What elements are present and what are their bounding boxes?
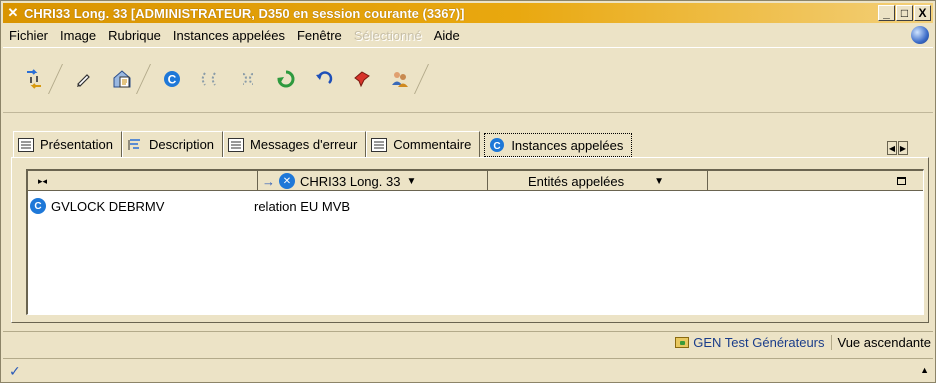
gen-status[interactable]: GEN Test Générateurs [669, 335, 832, 350]
cut-icon[interactable] [196, 65, 224, 93]
menu-instances-appelees[interactable]: Instances appelées [173, 28, 285, 43]
svg-text:C: C [168, 73, 177, 87]
tab-instances-appelees[interactable]: C Instances appelées [484, 133, 633, 157]
tab-messages-erreur[interactable]: Messages d'erreur [223, 131, 367, 157]
view-status: Vue ascendante [837, 335, 931, 350]
menu-rubrique[interactable]: Rubrique [108, 28, 161, 43]
instances-list[interactable]: ▸◂ → ✕ CHRI33 Long. 33 ▼ Entités appelée… [26, 169, 924, 315]
tab-presentation[interactable]: Présentation [13, 131, 122, 157]
header-col-main[interactable]: → ✕ CHRI33 Long. 33 ▼ [257, 171, 487, 191]
list-icon [371, 137, 388, 152]
tab-label: Présentation [40, 137, 113, 152]
replace-icon[interactable] [234, 65, 262, 93]
check-icon: ✓ [9, 363, 21, 379]
minimize-button[interactable]: _ [878, 5, 895, 21]
status-bar-top: GEN Test Générateurs Vue ascendante [3, 331, 933, 355]
gen-c-icon: C [489, 137, 505, 153]
arrow-right-icon: → [262, 173, 275, 189]
collapse-icon[interactable]: ▸◂ [38, 171, 47, 191]
close-x-icon: ✕ [279, 173, 295, 189]
menu-aide[interactable]: Aide [434, 28, 460, 43]
menu-bar: Fichier Image Rubrique Instances appelée… [3, 24, 933, 46]
list-header: ▸◂ → ✕ CHRI33 Long. 33 ▼ Entités appelée… [28, 171, 923, 191]
instance-relation: relation EU MVB [254, 198, 351, 214]
tree-icon [127, 138, 143, 152]
svg-text:C: C [494, 141, 501, 152]
tab-scroll-right[interactable]: ▶ [898, 141, 908, 155]
maximize-button[interactable]: □ [896, 5, 913, 21]
gen-c-icon[interactable]: C [158, 65, 186, 93]
menu-fenetre[interactable]: Fenêtre [297, 28, 342, 43]
undo-icon[interactable] [310, 65, 338, 93]
tab-label: Messages d'erreur [250, 137, 358, 152]
users-icon[interactable] [386, 65, 414, 93]
header-col-entities[interactable]: Entités appelées ▼ [487, 171, 707, 191]
list-icon [18, 137, 34, 152]
main-window: ✕ CHRI33 Long. 33 [ADMINISTRATEUR, D350 … [0, 0, 936, 383]
dropdown-icon[interactable]: ▼ [654, 176, 664, 187]
gen-c-icon: C [30, 198, 46, 214]
toolbar-separator [414, 64, 436, 94]
menu-fichier[interactable]: Fichier [9, 28, 48, 43]
window-controls: _ □ X [878, 5, 931, 21]
tab-label: Instances appelées [511, 137, 624, 153]
globe-icon [911, 26, 929, 44]
header-col-empty [707, 171, 917, 191]
folder-icon [675, 337, 690, 348]
tab-scroll-left[interactable]: ◀ [887, 141, 897, 155]
status-bar-bottom: ✓ ▲ [3, 358, 933, 382]
toolbar: C [3, 47, 933, 113]
gen-status-label: GEN Test Générateurs [693, 335, 825, 350]
home-document-icon[interactable] [108, 65, 136, 93]
header-col-main-label: CHRI33 Long. 33 [300, 173, 401, 189]
tab-description[interactable]: Description [122, 131, 224, 157]
tab-label: Commentaire [393, 137, 472, 152]
tab-scroll: ◀ ▶ [873, 139, 921, 157]
maximize-column-icon[interactable] [897, 171, 906, 191]
close-button[interactable]: X [914, 5, 931, 21]
instance-name: GVLOCK DEBRMV [51, 198, 165, 214]
pin-icon[interactable] [348, 65, 376, 93]
tab-commentaire[interactable]: Commentaire [366, 131, 481, 157]
menu-selectionne: Sélectionné [353, 27, 422, 43]
pencil-icon[interactable] [70, 65, 98, 93]
header-col-entities-label: Entités appelées [528, 173, 625, 189]
transfer-icon[interactable] [20, 65, 48, 93]
dropdown-icon[interactable]: ▼ [406, 176, 416, 187]
close-x-icon: ✕ [7, 5, 19, 20]
tab-label: Description [149, 137, 215, 152]
toolbar-separator [48, 64, 70, 94]
refresh-icon[interactable] [272, 65, 300, 93]
window-title: CHRI33 Long. 33 [ADMINISTRATEUR, D350 en… [24, 5, 465, 21]
list-item[interactable]: C GVLOCK DEBRMV relation EU MVB [30, 197, 910, 215]
content-panel: ▸◂ → ✕ CHRI33 Long. 33 ▼ Entités appelée… [11, 157, 929, 323]
menu-image[interactable]: Image [60, 28, 96, 43]
toolbar-separator [136, 64, 158, 94]
title-bar[interactable]: ✕ CHRI33 Long. 33 [ADMINISTRATEUR, D350 … [3, 3, 933, 23]
list-icon [228, 137, 245, 152]
scroll-up-icon[interactable]: ▲ [920, 365, 929, 375]
tab-bar: Présentation Description Messages d'erre… [13, 131, 636, 157]
